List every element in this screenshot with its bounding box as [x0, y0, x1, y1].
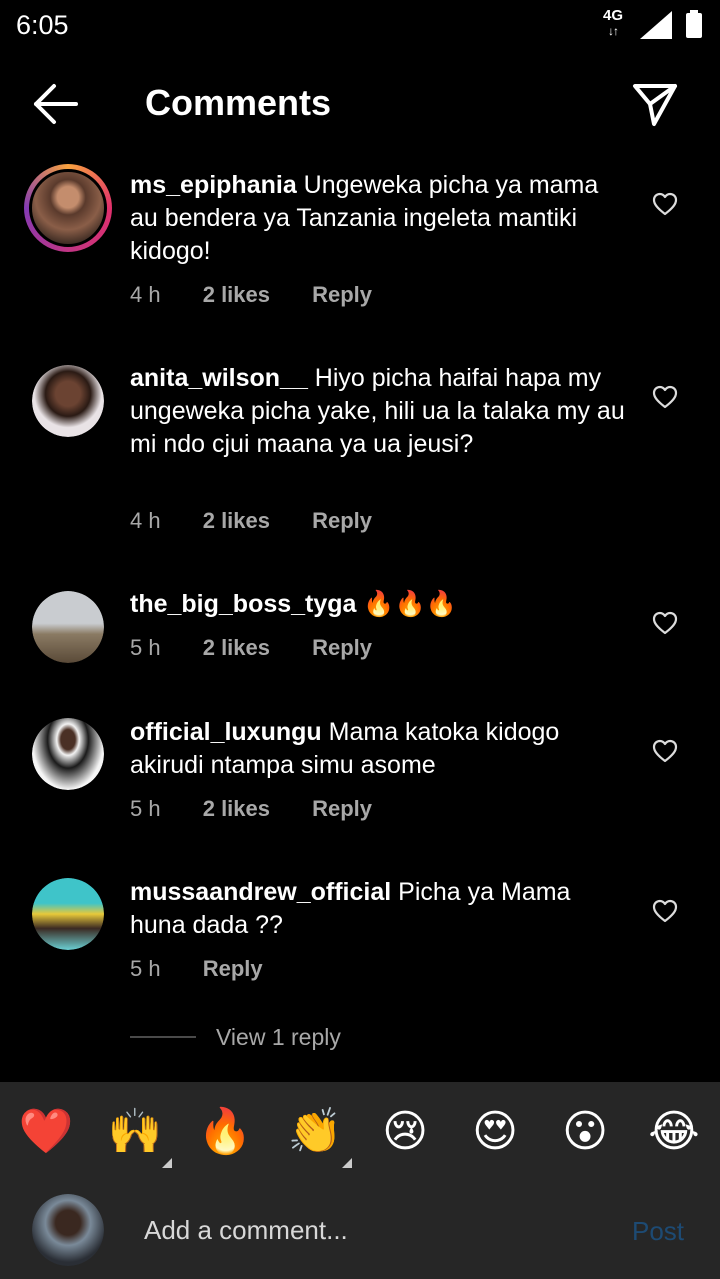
emoji-surprised-button[interactable]: 😮 — [557, 1104, 613, 1160]
battery-icon — [686, 10, 702, 38]
avatar[interactable] — [32, 718, 104, 790]
emoji-clapping-button[interactable]: 👏 — [287, 1104, 343, 1160]
avatar[interactable] — [32, 878, 104, 950]
comment-text: ms_epiphania Ungeweka picha ya mama au b… — [130, 169, 630, 268]
reply-button[interactable]: Reply — [203, 956, 263, 982]
avatar[interactable] — [32, 591, 104, 663]
comment-meta: 5 h 2 likes Reply — [130, 796, 408, 822]
comment-text: official_luxungu Mama katoka kidogo akir… — [130, 716, 630, 782]
view-replies-button[interactable]: View 1 reply — [130, 1020, 341, 1054]
comment-likes[interactable]: 2 likes — [203, 282, 270, 308]
status-bar: 6:05 4G ↓↑ — [0, 0, 720, 52]
comments-header: Comments — [0, 62, 720, 146]
comment-time: 4 h — [130, 282, 161, 307]
comment-time: 5 h — [130, 956, 161, 981]
like-heart-icon[interactable] — [652, 611, 678, 635]
skin-tone-indicator-icon — [342, 1158, 352, 1168]
comment-meta: 4 h 2 likes Reply — [130, 282, 408, 308]
emoji-raised-hands-button[interactable]: 🙌 — [107, 1104, 163, 1160]
reply-button[interactable]: Reply — [312, 282, 372, 308]
comment-composer: Post — [0, 1182, 720, 1279]
reply-button[interactable]: Reply — [312, 796, 372, 822]
avatar[interactable] — [32, 365, 104, 437]
comment-likes[interactable]: 2 likes — [203, 635, 270, 661]
avatar[interactable] — [24, 164, 112, 252]
reply-button[interactable]: Reply — [312, 508, 372, 534]
back-arrow-icon[interactable] — [30, 82, 80, 126]
comment-meta: 5 h 2 likes Reply — [130, 635, 408, 661]
comment-username[interactable]: anita_wilson__ — [130, 364, 308, 392]
direct-message-icon[interactable] — [630, 80, 680, 128]
view-replies-label[interactable]: View 1 reply — [216, 1024, 341, 1051]
comment-composer-bar: ❤️ 🙌 🔥 👏 😢 😍 😮 😂 Post — [0, 1082, 720, 1279]
quick-emoji-bar: ❤️ 🙌 🔥 👏 😢 😍 😮 😂 — [0, 1082, 720, 1182]
comment-username[interactable]: mussaandrew_official — [130, 878, 391, 906]
status-time: 6:05 — [16, 10, 69, 40]
comment-likes[interactable]: 2 likes — [203, 796, 270, 822]
skin-tone-indicator-icon — [162, 1158, 172, 1168]
comment-meta: 5 h Reply — [130, 956, 299, 982]
data-activity-icon: ↓↑ — [608, 24, 619, 38]
comment-username[interactable]: official_luxungu — [130, 718, 322, 746]
comment-body: 🔥🔥🔥 — [356, 590, 457, 618]
emoji-heart-button[interactable]: ❤️ — [18, 1104, 74, 1160]
comment-text: the_big_boss_tyga 🔥🔥🔥 — [130, 588, 630, 621]
like-heart-icon[interactable] — [652, 192, 678, 216]
comment-username[interactable]: ms_epiphania — [130, 171, 297, 199]
post-button[interactable]: Post — [632, 1216, 684, 1247]
page-title: Comments — [145, 82, 332, 123]
like-heart-icon[interactable] — [652, 899, 678, 923]
network-type-label: 4G — [602, 7, 623, 24]
emoji-fire-button[interactable]: 🔥 — [197, 1104, 253, 1160]
emoji-crying-button[interactable]: 😢 — [377, 1104, 433, 1160]
comment-username[interactable]: the_big_boss_tyga — [130, 590, 356, 618]
comment-meta: 4 h 2 likes Reply — [130, 508, 408, 534]
comment-input[interactable] — [130, 1210, 600, 1250]
like-heart-icon[interactable] — [652, 385, 678, 409]
emoji-laughing-button[interactable]: 😂 — [646, 1104, 702, 1160]
comment-text: anita_wilson__ Hiyo picha haifai hapa my… — [130, 362, 630, 461]
signal-icon — [640, 11, 672, 39]
like-heart-icon[interactable] — [652, 739, 678, 763]
comment-text: mussaandrew_official Picha ya Mama huna … — [130, 876, 630, 942]
reply-button[interactable]: Reply — [312, 635, 372, 661]
current-user-avatar — [32, 1194, 104, 1266]
comment-time: 4 h — [130, 508, 161, 533]
comment-time: 5 h — [130, 796, 161, 821]
emoji-heart-eyes-button[interactable]: 😍 — [467, 1104, 523, 1160]
comment-time: 5 h — [130, 635, 161, 660]
view-replies-divider — [130, 1036, 196, 1038]
comment-likes[interactable]: 2 likes — [203, 508, 270, 534]
